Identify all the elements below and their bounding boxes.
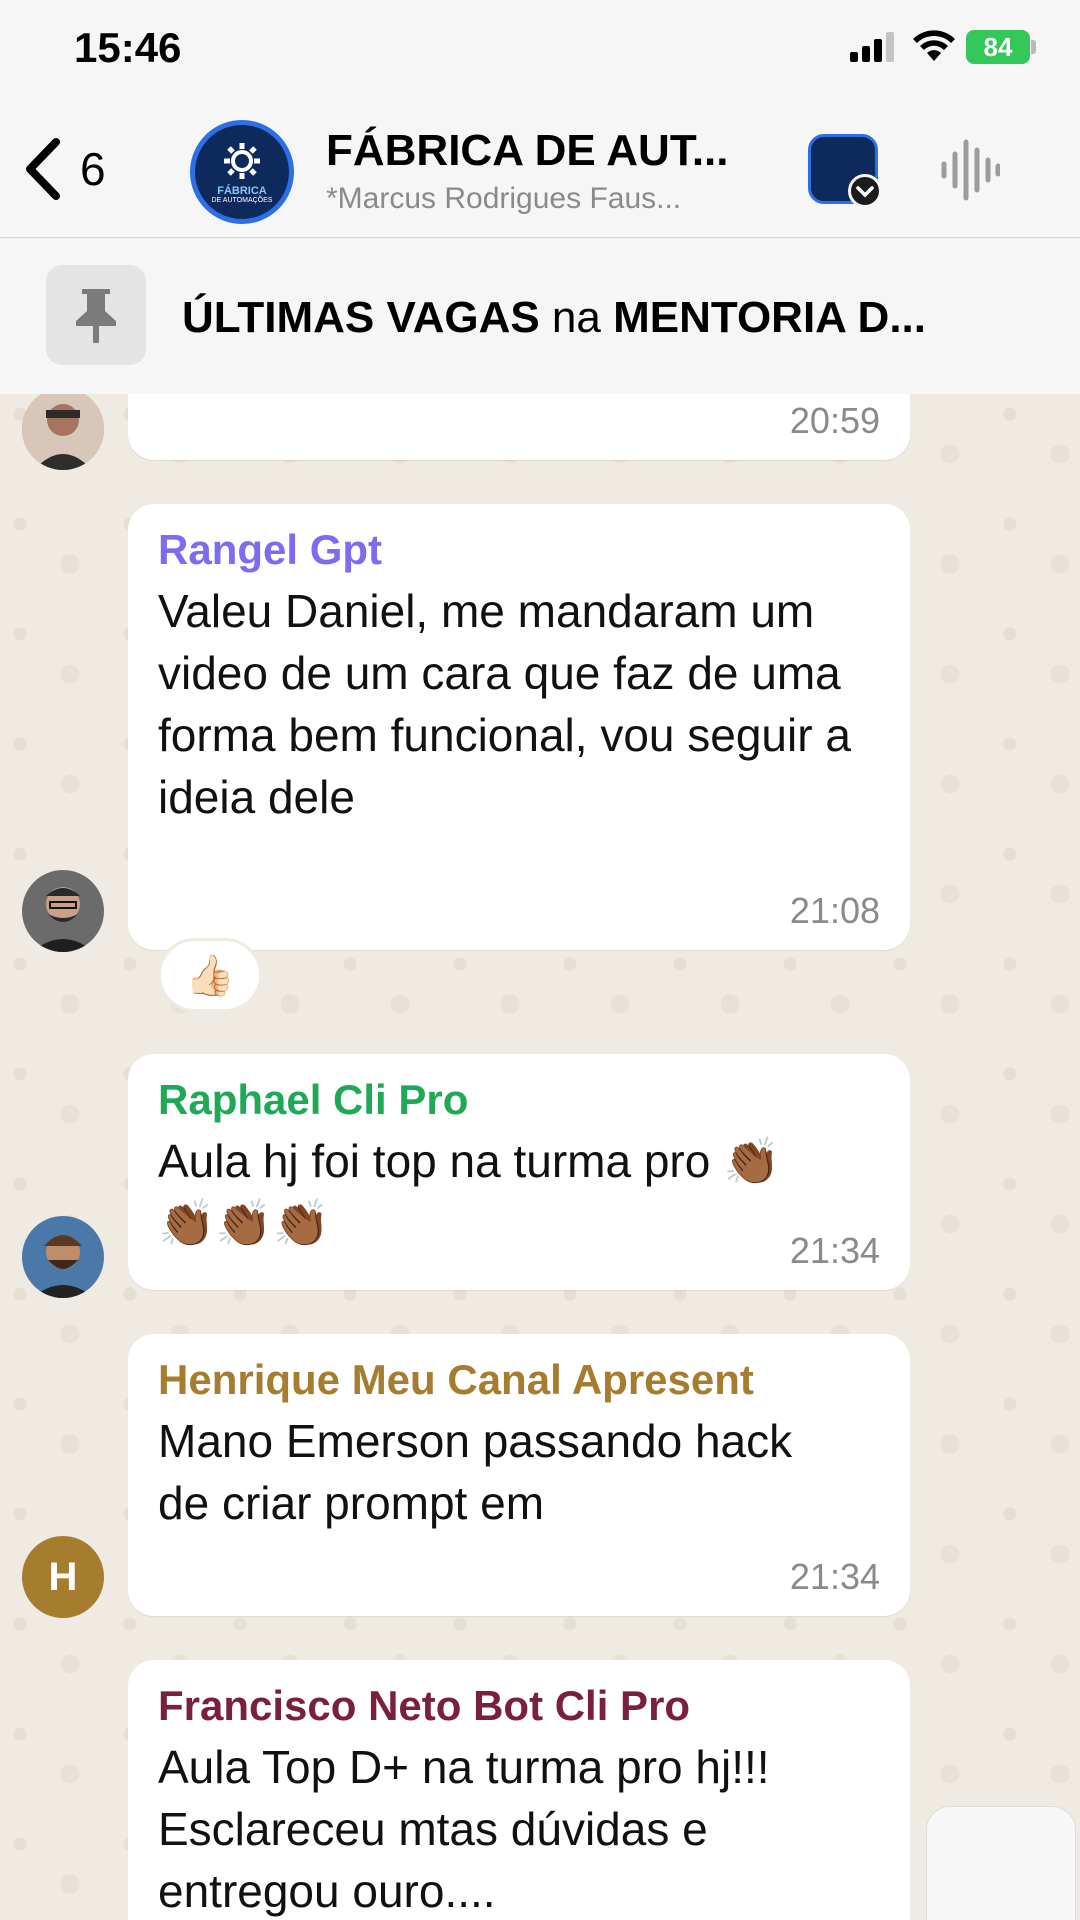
- voice-chat-icon[interactable]: [940, 138, 1000, 202]
- message-time: 21:34: [789, 1556, 880, 1597]
- message-bubble[interactable]: Rangel Gpt Valeu Daniel, me mandaram um …: [128, 504, 910, 950]
- thumbs-up-icon: 👍🏻: [185, 953, 235, 998]
- back-button[interactable]: 6: [22, 134, 142, 204]
- avatar[interactable]: [22, 394, 104, 470]
- sender-name[interactable]: Henrique Meu Canal Apresent: [158, 1356, 880, 1404]
- group-info[interactable]: FÁBRICA DE AUT... *Marcus Rodrigues Faus…: [326, 126, 786, 216]
- message-bubble[interactable]: Raphael Cli Pro Aula hj foi top na turma…: [128, 1054, 910, 1290]
- battery-icon: 84: [966, 30, 1030, 64]
- avatar-letter[interactable]: H: [22, 1536, 104, 1618]
- status-time: 15:46: [74, 24, 182, 71]
- chat-header: 6 FÁBRICA DE AUTOMAÇÕES FÁBRICA DE AUT..…: [0, 100, 1080, 238]
- battery-level: 84: [983, 32, 1013, 62]
- wifi-icon: [913, 30, 955, 61]
- group-members: *Marcus Rodrigues Faus...: [326, 182, 682, 215]
- message-bubble[interactable]: Francisco Neto Bot Cli Pro Aula Top D+ n…: [128, 1660, 910, 1920]
- chevron-left-icon: [26, 138, 60, 200]
- sender-name[interactable]: Francisco Neto Bot Cli Pro: [158, 1682, 880, 1730]
- message-text: Aula hj foi top na turma pro 👏🏾👏🏾👏🏾👏🏾: [158, 1135, 781, 1249]
- cellular-signal-icon: [850, 32, 894, 62]
- status-bar: 15:46 84: [0, 0, 1080, 100]
- message-time: 21:34: [789, 1230, 880, 1271]
- message-text: Valeu Daniel, me mandaram um video de um…: [158, 585, 851, 823]
- pinned-message-banner[interactable]: ÚLTIMAS VAGAS na MENTORIA D...: [0, 239, 1080, 394]
- sender-name[interactable]: Rangel Gpt: [158, 526, 880, 574]
- chat-area[interactable]: 20:59 Rangel Gpt Valeu Daniel, me mandar…: [0, 394, 1080, 1920]
- message-bubble[interactable]: Henrique Meu Canal Apresent Mano Emerson…: [128, 1334, 910, 1616]
- chevron-down-icon[interactable]: [848, 174, 882, 208]
- avatar[interactable]: [22, 870, 104, 952]
- battery-tip: [1031, 40, 1036, 54]
- group-title: FÁBRICA DE AUT...: [326, 126, 729, 175]
- scroll-down-button[interactable]: [926, 1806, 1076, 1920]
- message-text: Mano Emerson passando hack de criar prom…: [158, 1415, 793, 1529]
- pinned-normal: na: [539, 293, 614, 342]
- pinned-bold-1: ÚLTIMAS VAGAS: [182, 293, 540, 342]
- pinned-bold-2: MENTORIA D...: [613, 293, 926, 342]
- message-time: 21:08: [789, 890, 880, 931]
- unread-count: 6: [80, 143, 106, 195]
- reaction-badge[interactable]: 👍🏻: [158, 938, 262, 1012]
- avatar-logo-subtext: DE AUTOMAÇÕES: [211, 196, 273, 204]
- pin-icon: [46, 265, 146, 365]
- avatar[interactable]: [22, 1216, 104, 1298]
- group-avatar[interactable]: FÁBRICA DE AUTOMAÇÕES: [190, 120, 294, 224]
- message-text: Aula Top D+ na turma pro hj!!! Esclarece…: [158, 1741, 770, 1917]
- gear-icon: [224, 142, 260, 179]
- sender-name[interactable]: Raphael Cli Pro: [158, 1076, 880, 1124]
- message-time: 20:59: [789, 400, 880, 441]
- pinned-text: ÚLTIMAS VAGAS na MENTORIA D...: [182, 293, 926, 343]
- message-bubble[interactable]: 20:59: [128, 394, 910, 460]
- avatar-logo-text: FÁBRICA: [217, 184, 267, 197]
